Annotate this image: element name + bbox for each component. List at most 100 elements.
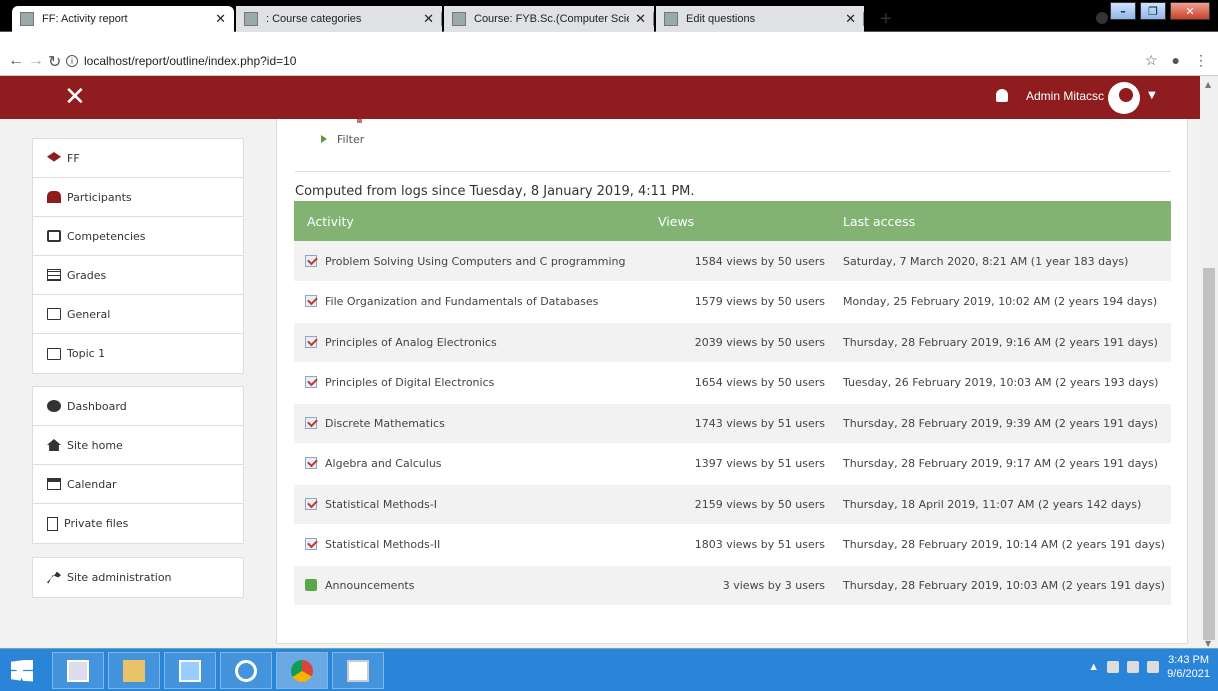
activity-link[interactable]: Statistical Methods-II <box>325 538 440 551</box>
taskbar-internet-explorer[interactable] <box>220 652 272 689</box>
tab-activity-report[interactable]: FF: Activity report ✕ <box>12 6 234 32</box>
bookmark-star-icon[interactable]: ☆ <box>1145 52 1158 69</box>
views-cell: 1584 views by 50 users <box>658 241 843 282</box>
sidebar-item-site-administration[interactable]: Site administration <box>33 558 243 597</box>
menu-kebab-icon[interactable]: ⋮ <box>1194 52 1208 69</box>
tab-close-icon[interactable]: ✕ <box>635 11 646 27</box>
address-bar: ← → ↻ i localhost/report/outline/index.p… <box>0 48 1218 76</box>
tab-edit-questions[interactable]: Edit questions ✕ <box>656 6 864 32</box>
volume-icon[interactable] <box>1127 661 1140 673</box>
maximize-button[interactable]: ❐ <box>1140 2 1166 20</box>
quiz-icon <box>305 497 317 510</box>
new-tab-button[interactable]: + <box>880 8 892 31</box>
moodle-favicon-icon <box>452 12 466 26</box>
forward-icon[interactable]: → <box>28 52 44 70</box>
activity-cell: Algebra and Calculus <box>294 443 658 485</box>
activity-cell: Statistical Methods-II <box>294 524 658 566</box>
taskbar-file-explorer[interactable] <box>108 652 160 689</box>
sidebar-item-topic-1[interactable]: Topic 1 <box>33 334 243 373</box>
moodle-favicon-icon <box>20 12 34 26</box>
last-access-cell: Thursday, 28 February 2019, 10:14 AM (2 … <box>843 524 1171 566</box>
tab-close-icon[interactable]: ✕ <box>845 11 856 27</box>
user-menu-name[interactable]: Admin Mitacsc <box>1026 89 1104 103</box>
sidebar-item-participants[interactable]: Participants <box>33 178 243 217</box>
notifications-bell-icon[interactable] <box>996 89 1008 102</box>
tab-title: Course: FYB.Sc.(Computer Scienc <box>474 13 630 25</box>
sidebar-item-general[interactable]: General <box>33 295 243 334</box>
flag-icon[interactable] <box>1147 661 1160 673</box>
tab-course-fybsc[interactable]: Course: FYB.Sc.(Computer Scienc ✕ <box>444 6 654 32</box>
forum-icon <box>305 578 317 591</box>
activity-cell: Discrete Mathematics <box>294 403 658 444</box>
clock-time: 3:43 PM <box>1168 654 1210 666</box>
chrome-icon <box>291 659 313 682</box>
profile-icon[interactable]: ● <box>1172 52 1180 69</box>
table-icon <box>47 269 61 281</box>
views-cell: 1654 views by 50 users <box>658 362 843 404</box>
network-icon[interactable] <box>1107 661 1120 673</box>
server-manager-icon <box>67 659 89 682</box>
admin-nav-block: Site administration <box>32 557 244 598</box>
filter-toggle[interactable]: Filter <box>321 133 364 146</box>
scroll-down-icon[interactable]: ▼ <box>1205 639 1211 648</box>
start-button[interactable] <box>0 652 44 689</box>
last-access-cell: Tuesday, 26 February 2019, 10:03 AM (2 y… <box>843 362 1171 404</box>
back-icon[interactable]: ← <box>8 52 24 70</box>
tab-course-categories[interactable]: : Course categories ✕ <box>236 6 442 32</box>
scrollbar-thumb[interactable] <box>1203 268 1215 640</box>
site-nav-block: Dashboard Site home Calendar Private fil… <box>32 386 244 544</box>
activity-link[interactable]: Statistical Methods-I <box>325 498 437 511</box>
quiz-icon <box>305 254 317 267</box>
taskbar-app[interactable] <box>332 652 384 689</box>
last-access-cell: Thursday, 28 February 2019, 9:17 AM (2 y… <box>843 443 1171 485</box>
taskbar-control-panel[interactable] <box>164 652 216 689</box>
tab-close-icon[interactable]: ✕ <box>215 11 226 27</box>
views-cell: 1579 views by 50 users <box>658 281 843 323</box>
taskbar-chrome[interactable] <box>276 652 328 689</box>
views-cell: 1803 views by 51 users <box>658 524 843 566</box>
folder-icon <box>123 659 145 682</box>
last-access-cell: Saturday, 7 March 2020, 8:21 AM (1 year … <box>843 241 1171 282</box>
activity-link[interactable]: File Organization and Fundamentals of Da… <box>325 295 598 308</box>
main-content: Filter Computed from logs since Tuesday,… <box>276 115 1188 644</box>
taskbar-server-manager[interactable] <box>52 652 104 689</box>
computed-since-text: Computed from logs since Tuesday, 8 Janu… <box>295 184 695 199</box>
table-row: Algebra and Calculus 1397 views by 51 use… <box>294 443 1171 485</box>
course-nav-block: FF Participants Competencies Grades Gene… <box>32 138 244 374</box>
sidebar-item-calendar[interactable]: Calendar <box>33 465 243 504</box>
window-close-button[interactable]: ✕ <box>1170 2 1210 20</box>
extension-icon[interactable] <box>1096 12 1108 24</box>
reload-icon[interactable]: ↻ <box>48 52 61 72</box>
sidebar-item-ff[interactable]: FF <box>33 139 243 178</box>
url-field[interactable]: localhost/report/outline/index.php?id=10 <box>84 54 296 68</box>
folder-icon <box>47 347 61 360</box>
sidebar-item-private-files[interactable]: Private files <box>33 504 243 543</box>
activity-link[interactable]: Principles of Analog Electronics <box>325 336 497 349</box>
divider <box>295 171 1171 172</box>
activity-link[interactable]: Discrete Mathematics <box>325 417 445 430</box>
tab-title: : Course categories <box>266 13 362 25</box>
activity-link[interactable]: Algebra and Calculus <box>325 457 442 470</box>
sidebar-item-competencies[interactable]: Competencies <box>33 217 243 256</box>
page-scrollbar[interactable]: ▲ ▼ <box>1200 76 1218 648</box>
sidebar-item-grades[interactable]: Grades <box>33 256 243 295</box>
expand-triangle-icon <box>321 135 327 143</box>
scroll-up-icon[interactable]: ▲ <box>1205 80 1211 89</box>
activity-link[interactable]: Principles of Digital Electronics <box>325 376 494 389</box>
last-access-cell: Thursday, 18 April 2019, 11:07 AM (2 yea… <box>843 484 1171 525</box>
drawer-close-icon[interactable]: ✕ <box>64 82 86 112</box>
site-info-icon[interactable]: i <box>66 55 78 67</box>
sidebar-item-site-home[interactable]: Site home <box>33 426 243 465</box>
activity-report-table: Activity Views Last access Problem Solvi… <box>294 201 1171 606</box>
tab-close-icon[interactable]: ✕ <box>423 11 434 27</box>
views-cell: 2159 views by 50 users <box>658 484 843 525</box>
activity-link[interactable]: Problem Solving Using Computers and C pr… <box>325 255 626 268</box>
caret-down-icon[interactable]: ▼ <box>1148 90 1156 101</box>
activity-link[interactable]: Announcements <box>325 579 414 592</box>
tray-expand-icon[interactable]: ▲ <box>1088 661 1099 673</box>
sidebar-item-dashboard[interactable]: Dashboard <box>33 387 243 426</box>
user-avatar[interactable] <box>1108 82 1140 114</box>
clock[interactable]: 3:43 PM 9/6/2021 <box>1167 653 1210 681</box>
minimize-button[interactable]: – <box>1110 2 1136 20</box>
views-cell: 1743 views by 51 users <box>658 403 843 444</box>
